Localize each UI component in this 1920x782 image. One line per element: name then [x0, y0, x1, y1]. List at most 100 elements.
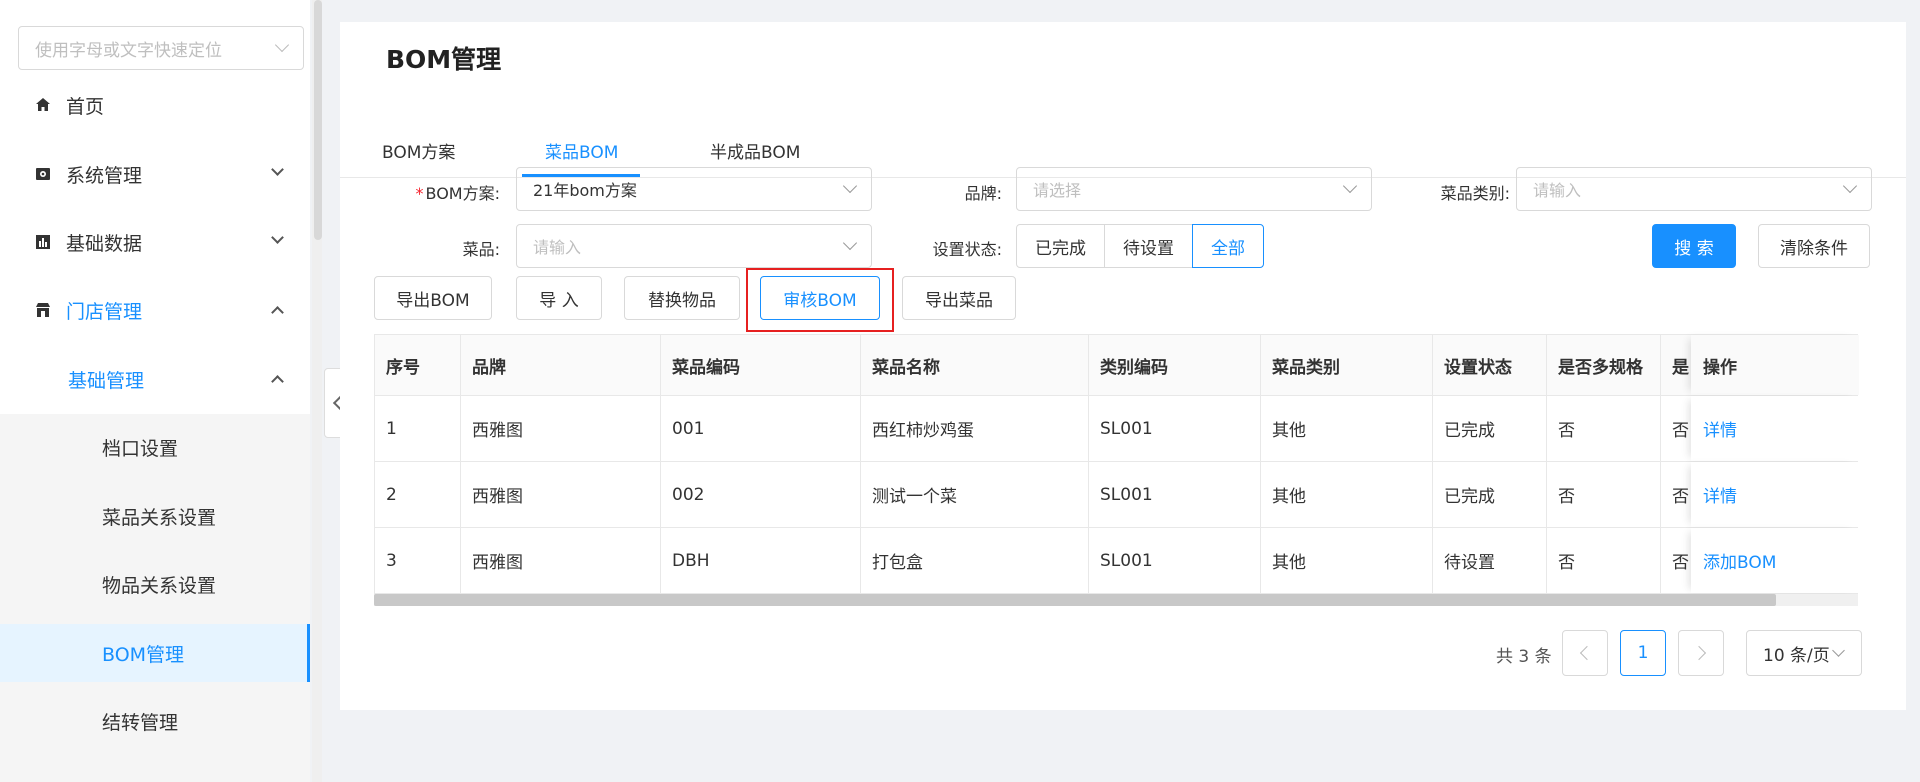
category-placeholder: 请输入 [1533, 181, 1582, 200]
required-mark: * [415, 184, 424, 203]
settings-icon [34, 165, 52, 183]
col-header-category: 菜品类别 [1261, 335, 1433, 395]
cell-status: 已完成 [1433, 396, 1547, 461]
cell-actions: 详情 [1691, 462, 1859, 527]
sidebar-item-home[interactable]: 首页 [0, 76, 310, 134]
cell-dish-name: 西红柿炒鸡蛋 [861, 396, 1089, 461]
chevron-down-icon [842, 235, 858, 251]
sidebar-item-label: 菜品关系设置 [102, 506, 217, 529]
main-card: BOM管理 BOM方案 菜品BOM 半成品BOM * BOM方案: 21年bom方… [340, 22, 1906, 710]
sidebar-item-stall-settings[interactable]: 档口设置 [0, 418, 310, 476]
search-button[interactable]: 搜 索 [1652, 224, 1736, 268]
next-page-button[interactable] [1678, 630, 1724, 676]
sidebar-item-label: 门店管理 [66, 300, 143, 323]
col-header-multi-spec: 是否多规格 [1547, 335, 1661, 395]
category-select[interactable]: 请输入 [1516, 167, 1872, 211]
col-header-status: 设置状态 [1433, 335, 1547, 395]
cell-category: 其他 [1261, 528, 1433, 593]
sidebar-item-bom-management[interactable]: BOM管理 [0, 624, 310, 682]
sidebar-item-item-relation[interactable]: 物品关系设置 [0, 555, 310, 613]
cell-status: 已完成 [1433, 462, 1547, 527]
page-title: BOM管理 [386, 45, 502, 74]
col-header-actions: 操作 [1691, 335, 1859, 395]
brand-label: 品牌: [964, 184, 1002, 203]
chevron-down-icon [1831, 643, 1845, 657]
sidebar-scrollbar[interactable] [312, 0, 322, 782]
tab-dish-bom[interactable]: 菜品BOM [545, 138, 618, 163]
detail-link[interactable]: 详情 [1703, 416, 1737, 441]
table-row: 2 西雅图 002 测试一个菜 SL001 其他 已完成 否 否 详情 [374, 462, 1859, 528]
pagination-total: 共 3 条 [1496, 647, 1552, 667]
chevron-up-icon [271, 306, 284, 319]
cell-multi-spec: 否 [1547, 396, 1661, 461]
sidebar-item-label: BOM管理 [102, 643, 185, 666]
cell-brand: 西雅图 [461, 396, 661, 461]
import-button[interactable]: 导 入 [516, 276, 602, 320]
col-header-dish-code: 菜品编码 [661, 335, 861, 395]
cell-dish-code: 001 [661, 396, 861, 461]
chevron-down-icon [1842, 178, 1858, 194]
col-header-dish-name: 菜品名称 [861, 335, 1089, 395]
sidebar-item-label: 结转管理 [102, 711, 179, 734]
cell-category-code: SL001 [1089, 528, 1261, 593]
cell-actions: 添加BOM [1691, 528, 1859, 593]
cell-no: 2 [375, 462, 461, 527]
export-bom-button[interactable]: 导出BOM [374, 276, 492, 320]
scheme-label: * BOM方案: [415, 184, 501, 203]
page-size-value: 10 条/页 [1763, 645, 1830, 666]
cell-dish-code: 002 [661, 462, 861, 527]
add-bom-link[interactable]: 添加BOM [1703, 548, 1776, 573]
dish-select[interactable]: 请输入 [516, 224, 872, 268]
dish-placeholder: 请输入 [533, 238, 582, 257]
status-option-completed[interactable]: 已完成 [1016, 224, 1105, 268]
cell-brand: 西雅图 [461, 528, 661, 593]
sidebar-subgroup-basic-management[interactable]: 基础管理 [0, 350, 310, 408]
sidebar-subgroup-label: 基础管理 [68, 369, 145, 392]
dish-label: 菜品: [462, 240, 500, 259]
prev-page-button[interactable] [1562, 630, 1608, 676]
menu-search-placeholder: 使用字母或文字快速定位 [35, 40, 222, 61]
col-header-no: 序号 [375, 335, 461, 395]
status-label: 设置状态: [932, 240, 1002, 259]
table-header: 序号 品牌 菜品编码 菜品名称 类别编码 菜品类别 设置状态 是否多规格 是 操… [374, 334, 1859, 396]
sidebar-item-system[interactable]: 系统管理 [0, 145, 310, 203]
menu-search-select[interactable]: 使用字母或文字快速定位 [18, 26, 304, 70]
chevron-down-icon [274, 37, 290, 53]
sidebar-item-carryover[interactable]: 结转管理 [0, 692, 310, 750]
bom-scheme-value: 21年bom方案 [533, 181, 637, 200]
status-option-pending[interactable]: 待设置 [1104, 224, 1193, 268]
chevron-down-icon [1342, 178, 1358, 194]
page-number-button[interactable]: 1 [1620, 630, 1666, 676]
sidebar-item-dish-relation[interactable]: 菜品关系设置 [0, 487, 310, 545]
sidebar-item-label: 档口设置 [102, 437, 179, 460]
cell-category-code: SL001 [1089, 396, 1261, 461]
sidebar-item-store[interactable]: 门店管理 [0, 281, 310, 339]
table-horizontal-scrollbar[interactable] [374, 594, 1858, 606]
sidebar-item-basic-data[interactable]: 基础数据 [0, 213, 310, 271]
sidebar-item-label: 系统管理 [66, 164, 143, 187]
brand-select[interactable]: 请选择 [1016, 167, 1372, 211]
chart-icon [34, 233, 52, 251]
tab-bom-scheme[interactable]: BOM方案 [382, 138, 455, 163]
table-row: 1 西雅图 001 西红柿炒鸡蛋 SL001 其他 已完成 否 否 详情 [374, 396, 1859, 462]
col-header-brand: 品牌 [461, 335, 661, 395]
cell-brand: 西雅图 [461, 462, 661, 527]
cell-multi-spec: 否 [1547, 528, 1661, 593]
export-dish-button[interactable]: 导出菜品 [902, 276, 1016, 320]
category-label: 菜品类别: [1440, 184, 1510, 203]
tab-semi-product-bom[interactable]: 半成品BOM [710, 138, 800, 163]
cell-category: 其他 [1261, 462, 1433, 527]
bom-scheme-select[interactable]: 21年bom方案 [516, 167, 872, 211]
cell-status: 待设置 [1433, 528, 1547, 593]
clear-conditions-button[interactable]: 清除条件 [1758, 224, 1870, 268]
scrollbar-thumb[interactable] [374, 594, 1776, 606]
status-segmented-control: 已完成 待设置 全部 [1016, 224, 1264, 268]
cell-no: 1 [375, 396, 461, 461]
page-size-select[interactable]: 10 条/页 [1746, 630, 1862, 676]
detail-link[interactable]: 详情 [1703, 482, 1737, 507]
replace-item-button[interactable]: 替换物品 [624, 276, 740, 320]
col-header-category-code: 类别编码 [1089, 335, 1261, 395]
cell-dish-code: DBH [661, 528, 861, 593]
status-option-all[interactable]: 全部 [1192, 224, 1264, 268]
scrollbar-thumb[interactable] [314, 0, 322, 240]
